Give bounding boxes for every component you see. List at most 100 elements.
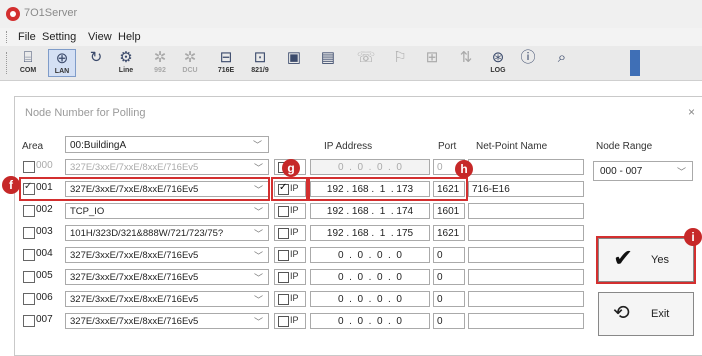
menu-view[interactable]: View [88,31,112,43]
menu-setting[interactable]: Setting [42,31,76,43]
toolbar-overflow[interactable] [630,50,640,76]
net-point-name-field[interactable] [468,203,584,219]
node-row: 001 327E/3xxE/7xxE/8xxE/716Ev5 ﹀ IP 192 . 16… [0,179,702,199]
port-field[interactable]: 1601 [433,203,465,219]
module-716e-icon: ⊟ [219,49,233,66]
toolbar-device-e-button[interactable]: ▤ [314,49,342,77]
ip-checkbox-box [278,316,289,327]
toolbar-module-992-button[interactable]: ✲ 992 [146,49,174,77]
exit-label: Exit [651,308,670,320]
ip-address-field[interactable]: 0 . 0 . 0 . 0 [310,269,430,285]
net-point-name-field[interactable] [468,159,584,175]
ip-mode-checkbox[interactable]: IP [274,269,306,285]
ip-mode-checkbox[interactable]: IP [274,203,306,219]
exit-button[interactable]: ⟲ Exit [598,292,694,336]
toolbar-device-h-button[interactable]: ▣ [280,49,308,77]
chevron-down-icon: ﹀ [253,270,263,284]
menu-help[interactable]: Help [118,31,141,43]
chevron-down-icon: ﹀ [253,204,263,218]
net-point-name-field[interactable] [468,225,584,241]
node-enable-checkbox[interactable] [23,249,35,261]
header-port: Port [438,141,457,152]
node-number: 007 [36,314,53,325]
net-point-name-field[interactable] [468,269,584,285]
area-select[interactable]: 00:BuildingA ﹀ [65,136,269,153]
toolbar-com-port-button[interactable]: ⌸ COM [14,49,42,77]
yes-button[interactable]: ✔ Yes [598,238,694,282]
node-row: 002 TCP_IO ﹀ IP 192 . 168 . 1 . 174 1601 [0,201,702,221]
module-type-select[interactable]: 327E/3xxE/7xxE/8xxE/716Ev5 ﹀ [65,159,269,175]
device-h-icon: ▣ [286,49,302,66]
ip-checkbox-label: IP [290,293,299,303]
toolbar-label: Line [118,67,134,74]
module-dcu-icon: ✲ [183,49,197,66]
ip-address-field[interactable]: 192 . 168 . 1 . 174 [310,203,430,219]
menu-file[interactable]: File [18,31,36,43]
toolbar-log-button[interactable]: ⊛ LOG [484,49,512,77]
ip-address-field[interactable]: 192 . 168 . 1 . 175 [310,225,430,241]
node-number: 002 [36,204,53,215]
close-icon[interactable]: × [688,105,695,119]
port-field[interactable]: 0 [433,313,465,329]
node-enable-checkbox[interactable] [23,181,35,195]
toolbar-module-dcu-button[interactable]: ✲ DCU [176,49,204,77]
node-enable-checkbox[interactable] [23,293,35,305]
module-type-select[interactable]: 327E/3xxE/7xxE/8xxE/716Ev5 ﹀ [65,269,269,285]
module-type-value: 327E/3xxE/7xxE/8xxE/716Ev5 [70,162,199,173]
ip-address-field[interactable]: 0 . 0 . 0 . 0 [310,291,430,307]
toolbar-antenna-button[interactable]: ⚐ [386,49,414,77]
toolbar-module-716e-button[interactable]: ⊟ 716E [212,49,240,77]
yes-label: Yes [651,254,669,266]
node-enable-checkbox[interactable] [23,227,35,239]
ip-mode-checkbox[interactable]: IP [274,181,306,197]
net-point-name-field[interactable] [468,247,584,263]
header-net-point-name: Net-Point Name [476,141,548,152]
toolbar-phone-button[interactable]: ☏ [352,49,380,77]
port-field[interactable]: 0 [433,291,465,307]
ip-mode-checkbox[interactable]: IP [274,313,306,329]
port-field[interactable]: 1621 [433,181,465,197]
toolbar-network-button[interactable]: ⊞ [418,49,446,77]
refresh-icon: ↻ [89,49,103,66]
toolbar-refresh-button[interactable]: ↻ [82,49,110,77]
toolbar-module-821-button[interactable]: ⊡ 821/9 [246,49,274,77]
ip-mode-checkbox[interactable]: IP [274,247,306,263]
module-type-select[interactable]: 327E/3xxE/7xxE/8xxE/716Ev5 ﹀ [65,181,269,197]
ip-mode-checkbox[interactable]: IP [274,225,306,241]
net-point-name-field[interactable] [468,291,584,307]
app-title: 7O1Server [24,7,78,19]
toolbar-pin-button[interactable]: ⇅ [452,49,480,77]
com-port-icon: ⌸ [23,49,33,66]
module-type-select[interactable]: TCP_IO ﹀ [65,203,269,219]
header-node-range: Node Range [596,141,653,152]
ip-checkbox-box [278,272,289,283]
module-type-select[interactable]: 327E/3xxE/7xxE/8xxE/716Ev5 ﹀ [65,247,269,263]
toolbar-search-button[interactable]: ⌕ [548,49,576,77]
ip-address-field[interactable]: 192 . 168 . 1 . 173 [310,181,430,197]
node-enable-checkbox[interactable] [23,315,35,327]
chevron-down-icon: ﹀ [253,292,263,306]
ip-address-field[interactable]: 0 . 0 . 0 . 0 [310,159,430,175]
node-row: 007 327E/3xxE/7xxE/8xxE/716Ev5 ﹀ IP 0 . 0 . … [0,311,702,331]
module-type-select[interactable]: 327E/3xxE/7xxE/8xxE/716Ev5 ﹀ [65,291,269,307]
menubar-grip [6,31,10,43]
node-enable-checkbox[interactable] [23,161,35,173]
module-type-select[interactable]: 101H/323D/321&888W/721/723/75? ﹀ [65,225,269,241]
net-point-name-field[interactable] [468,313,584,329]
node-enable-checkbox[interactable] [23,205,35,217]
toolbar-info-button[interactable]: ⓘ [514,49,542,77]
exit-arrow-icon: ⟲ [613,302,630,324]
node-row: 006 327E/3xxE/7xxE/8xxE/716Ev5 ﹀ IP 0 . 0 . … [0,289,702,309]
ip-address-field[interactable]: 0 . 0 . 0 . 0 [310,247,430,263]
toolbar-line-button[interactable]: ⚙ Line [112,49,140,77]
ip-address-field[interactable]: 0 . 0 . 0 . 0 [310,313,430,329]
port-field[interactable]: 0 [433,247,465,263]
port-field[interactable]: 0 [433,269,465,285]
net-point-name-field[interactable]: 716-E16 [468,181,584,197]
module-type-select[interactable]: 327E/3xxE/7xxE/8xxE/716Ev5 ﹀ [65,313,269,329]
module-type-value: 327E/3xxE/7xxE/8xxE/716Ev5 [70,316,199,327]
toolbar-lan-button[interactable]: ⊕ LAN [48,49,76,77]
port-field[interactable]: 1621 [433,225,465,241]
node-enable-checkbox[interactable] [23,271,35,283]
ip-mode-checkbox[interactable]: IP [274,291,306,307]
